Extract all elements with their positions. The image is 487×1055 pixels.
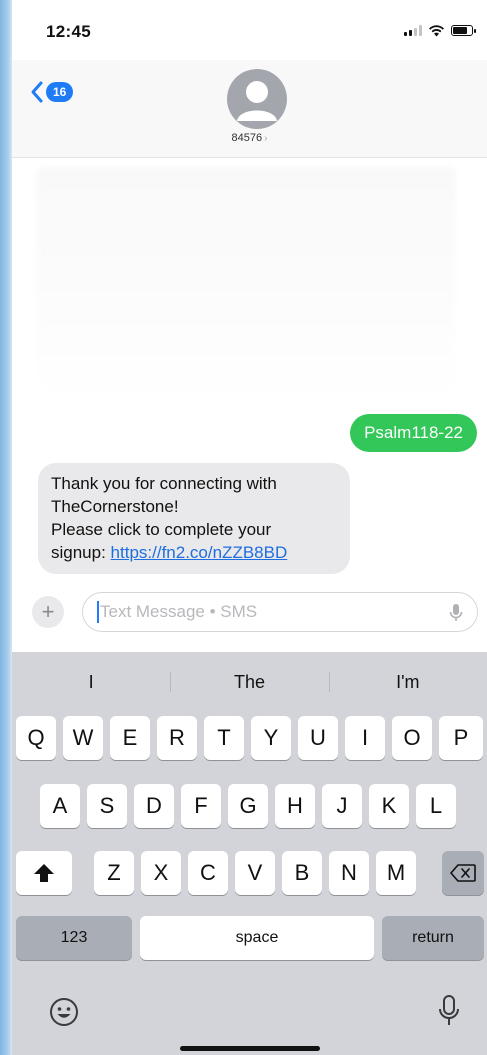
chevron-right-icon: ›	[264, 133, 268, 144]
keyboard: I The I'm Q W E R T Y U I O P A S D F G …	[12, 652, 487, 1055]
delete-key[interactable]	[442, 851, 484, 895]
key-g[interactable]: G	[228, 784, 268, 828]
suggestion-item[interactable]: I'm	[328, 660, 487, 704]
key-z[interactable]: Z	[94, 851, 134, 895]
plus-icon: +	[41, 599, 55, 624]
signup-link[interactable]: https://fn2.co/nZZB8BD	[111, 543, 288, 562]
return-key[interactable]: return	[382, 916, 484, 960]
message-line: Please click to complete your	[51, 520, 272, 539]
plus-button[interactable]: +	[32, 596, 64, 628]
message-list: Psalm118-22 Thank you for connecting wit…	[12, 158, 487, 588]
key-k[interactable]: K	[369, 784, 409, 828]
key-r[interactable]: R	[157, 716, 197, 760]
message-line-signup: signup: https://fn2.co/nZZB8BD	[51, 541, 337, 564]
text-caret	[97, 601, 99, 623]
key-a[interactable]: A	[40, 784, 80, 828]
key-l[interactable]: L	[416, 784, 456, 828]
emoji-button[interactable]	[48, 996, 80, 1033]
status-icons	[404, 24, 476, 37]
key-v[interactable]: V	[235, 851, 275, 895]
key-e[interactable]: E	[110, 716, 150, 760]
message-line: TheCornerstone!	[51, 497, 179, 516]
key-t[interactable]: T	[204, 716, 244, 760]
key-h[interactable]: H	[275, 784, 315, 828]
key-s[interactable]: S	[87, 784, 127, 828]
received-message-bubble[interactable]: Thank you for connecting with TheCorners…	[38, 463, 350, 574]
suggestion-item[interactable]: The	[170, 660, 328, 704]
predictive-text-bar: I The I'm	[12, 660, 487, 704]
numbers-key[interactable]: 123	[16, 916, 132, 960]
cellular-signal-icon	[404, 25, 422, 36]
signup-prefix: signup:	[51, 543, 111, 562]
key-i[interactable]: I	[345, 716, 385, 760]
message-line: Thank you for connecting with	[51, 474, 277, 493]
key-j[interactable]: J	[322, 784, 362, 828]
key-x[interactable]: X	[141, 851, 181, 895]
key-m[interactable]: M	[376, 851, 416, 895]
emoji-icon	[50, 998, 78, 1026]
status-bar: 12:45	[12, 0, 487, 60]
key-w[interactable]: W	[63, 716, 103, 760]
delete-icon	[450, 864, 476, 882]
message-input-bar: + Text Message • SMS	[12, 588, 487, 648]
key-y[interactable]: Y	[251, 716, 291, 760]
key-o[interactable]: O	[392, 716, 432, 760]
status-time: 12:45	[46, 22, 91, 41]
key-q[interactable]: Q	[16, 716, 56, 760]
message-placeholder: Text Message • SMS	[100, 602, 258, 621]
contact-avatar[interactable]	[227, 69, 287, 129]
phone-screen: 12:45 16 84576 › Psalm118-22 Thank you f…	[12, 0, 487, 1055]
microphone-icon	[439, 995, 459, 1025]
shift-key[interactable]	[16, 851, 72, 895]
sent-message-bubble[interactable]: Psalm118-22	[350, 414, 477, 452]
contact-name-label: 84576	[231, 132, 263, 144]
key-b[interactable]: B	[282, 851, 322, 895]
contact-name[interactable]: 84576 ›	[12, 132, 487, 144]
conversation-header: 16 84576 ›	[12, 60, 487, 158]
chevron-left-icon	[31, 81, 43, 103]
shift-icon	[34, 864, 54, 882]
dictation-button[interactable]	[438, 994, 460, 1033]
person-icon	[237, 81, 277, 121]
unread-count-badge: 16	[46, 82, 74, 102]
key-d[interactable]: D	[134, 784, 174, 828]
back-button[interactable]: 16	[30, 80, 74, 104]
message-input[interactable]: Text Message • SMS	[82, 592, 478, 632]
wifi-icon	[429, 25, 444, 37]
key-n[interactable]: N	[329, 851, 369, 895]
key-c[interactable]: C	[188, 851, 228, 895]
blurred-earlier-messages	[36, 166, 456, 396]
key-f[interactable]: F	[181, 784, 221, 828]
key-p[interactable]: P	[439, 716, 483, 760]
battery-icon	[451, 25, 476, 36]
suggestion-item[interactable]: I	[12, 660, 170, 704]
key-u[interactable]: U	[298, 716, 338, 760]
home-indicator	[180, 1046, 320, 1051]
microphone-icon[interactable]	[449, 603, 463, 623]
space-key[interactable]: space	[140, 916, 374, 960]
